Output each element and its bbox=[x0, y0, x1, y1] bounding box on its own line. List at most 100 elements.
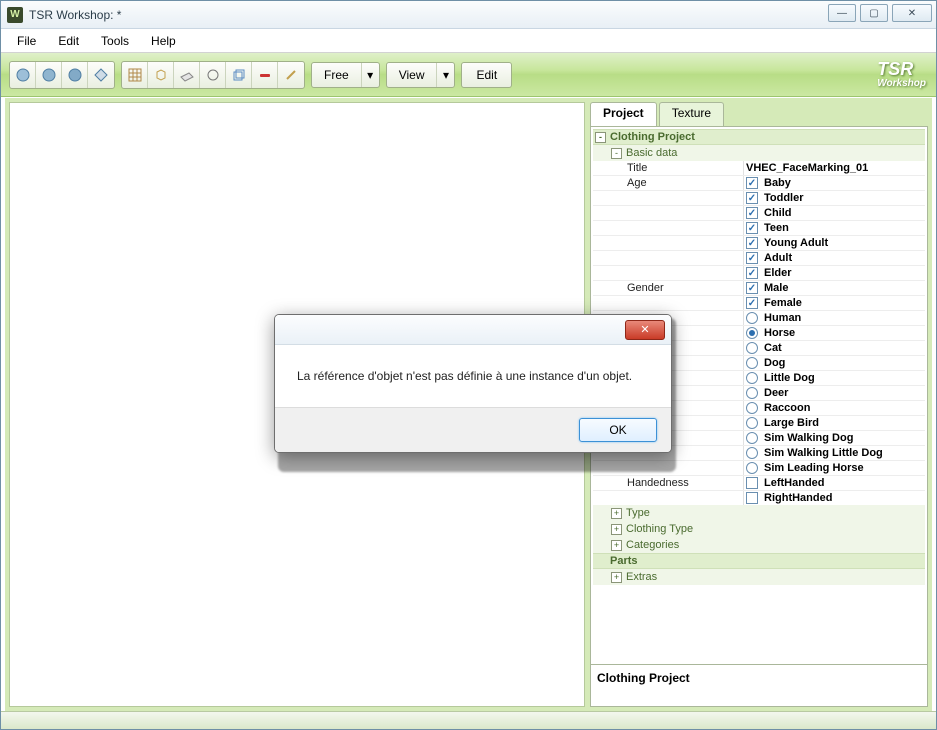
maximize-button[interactable]: ▢ bbox=[860, 4, 888, 22]
radio-icon[interactable] bbox=[746, 372, 758, 384]
radio-icon[interactable] bbox=[746, 357, 758, 369]
close-button[interactable]: ✕ bbox=[892, 4, 932, 22]
menu-file[interactable]: File bbox=[7, 31, 46, 51]
tab-project[interactable]: Project bbox=[590, 102, 657, 126]
age-baby[interactable]: ✓Baby bbox=[743, 176, 925, 190]
checkbox-icon[interactable]: ✓ bbox=[746, 267, 758, 279]
gender-female[interactable]: ✓Female bbox=[743, 296, 925, 310]
handed-left[interactable]: LeftHanded bbox=[743, 476, 925, 490]
species-deer[interactable]: Deer bbox=[743, 386, 925, 400]
minimize-button[interactable]: — bbox=[828, 4, 856, 22]
menu-tools[interactable]: Tools bbox=[91, 31, 139, 51]
age-child[interactable]: ✓Child bbox=[743, 206, 925, 220]
tree-parts[interactable]: Parts bbox=[593, 553, 925, 569]
species-dog[interactable]: Dog bbox=[743, 356, 925, 370]
gender-male[interactable]: ✓Male bbox=[743, 281, 925, 295]
tree-extras[interactable]: +Extras bbox=[593, 569, 925, 585]
radio-icon[interactable] bbox=[746, 447, 758, 459]
handed-right[interactable]: RightHanded bbox=[743, 491, 925, 505]
checkbox-icon[interactable]: ✓ bbox=[746, 192, 758, 204]
wand-icon[interactable] bbox=[278, 62, 304, 88]
age-youngadult[interactable]: ✓Young Adult bbox=[743, 236, 925, 250]
age-teen[interactable]: ✓Teen bbox=[743, 221, 925, 235]
tree-clothingtype[interactable]: +Clothing Type bbox=[593, 521, 925, 537]
radio-icon[interactable] bbox=[746, 327, 758, 339]
age-toddler[interactable]: ✓Toddler bbox=[743, 191, 925, 205]
tree-type[interactable]: +Type bbox=[593, 505, 925, 521]
radio-icon[interactable] bbox=[746, 402, 758, 414]
inspector-tabs: Project Texture bbox=[590, 102, 928, 126]
plane-icon[interactable] bbox=[174, 62, 200, 88]
app-icon: W bbox=[7, 7, 23, 23]
shape-group bbox=[9, 61, 115, 89]
window-title: TSR Workshop: * bbox=[29, 8, 121, 22]
chevron-down-icon[interactable]: ▾ bbox=[436, 63, 454, 87]
radio-icon[interactable] bbox=[746, 432, 758, 444]
dialog-message: La référence d'objet n'est pas définie à… bbox=[275, 345, 671, 407]
radio-icon[interactable] bbox=[746, 387, 758, 399]
menubar: File Edit Tools Help bbox=[1, 29, 936, 53]
species-littledog[interactable]: Little Dog bbox=[743, 371, 925, 385]
checkbox-icon[interactable]: ✓ bbox=[746, 207, 758, 219]
free-label: Free bbox=[312, 68, 361, 82]
checkbox-icon[interactable]: ✓ bbox=[746, 222, 758, 234]
cube-icon[interactable] bbox=[148, 62, 174, 88]
checkbox-icon[interactable] bbox=[746, 492, 758, 504]
close-icon: ✕ bbox=[640, 323, 649, 336]
radio-icon[interactable] bbox=[746, 417, 758, 429]
species-leadinghorse[interactable]: Sim Leading Horse bbox=[743, 461, 925, 475]
checkbox-icon[interactable] bbox=[746, 477, 758, 489]
dialog-close-button[interactable]: ✕ bbox=[625, 320, 665, 340]
species-cat[interactable]: Cat bbox=[743, 341, 925, 355]
radio-icon[interactable] bbox=[746, 462, 758, 474]
ok-button[interactable]: OK bbox=[579, 418, 657, 442]
sphere2-icon[interactable] bbox=[36, 62, 62, 88]
tree-basic[interactable]: -Basic data bbox=[593, 145, 925, 161]
sphere3-icon[interactable] bbox=[62, 62, 88, 88]
menu-edit[interactable]: Edit bbox=[48, 31, 89, 51]
menu-help[interactable]: Help bbox=[141, 31, 186, 51]
tree-categories[interactable]: +Categories bbox=[593, 537, 925, 553]
title-value[interactable]: VHEC_FaceMarking_01 bbox=[743, 161, 925, 175]
expander-icon[interactable]: - bbox=[611, 148, 622, 159]
prop-handedness: HandednessLeftHanded bbox=[593, 475, 925, 490]
age-elder[interactable]: ✓Elder bbox=[743, 266, 925, 280]
prop-title: Title VHEC_FaceMarking_01 bbox=[593, 161, 925, 175]
checkbox-icon[interactable]: ✓ bbox=[746, 297, 758, 309]
tab-texture[interactable]: Texture bbox=[659, 102, 724, 126]
checkbox-icon[interactable]: ✓ bbox=[746, 237, 758, 249]
titlebar: W TSR Workshop: * — ▢ ✕ bbox=[1, 1, 936, 29]
age-adult[interactable]: ✓Adult bbox=[743, 251, 925, 265]
radio-icon[interactable] bbox=[746, 342, 758, 354]
expander-icon[interactable]: + bbox=[611, 540, 622, 551]
expander-icon[interactable]: + bbox=[611, 508, 622, 519]
expander-icon[interactable]: + bbox=[611, 572, 622, 583]
window-controls: — ▢ ✕ bbox=[828, 4, 932, 22]
view-label: View bbox=[387, 68, 437, 82]
sphere-icon[interactable] bbox=[10, 62, 36, 88]
box3d-icon[interactable] bbox=[226, 62, 252, 88]
statusbar bbox=[1, 711, 936, 729]
species-largebird[interactable]: Large Bird bbox=[743, 416, 925, 430]
free-combo[interactable]: Free ▾ bbox=[311, 62, 380, 88]
description-box: Clothing Project bbox=[590, 665, 928, 707]
diamond-icon[interactable] bbox=[88, 62, 114, 88]
species-walkingdog[interactable]: Sim Walking Dog bbox=[743, 431, 925, 445]
checkbox-icon[interactable]: ✓ bbox=[746, 252, 758, 264]
species-walkinglittledog[interactable]: Sim Walking Little Dog bbox=[743, 446, 925, 460]
species-human[interactable]: Human bbox=[743, 311, 925, 325]
minus-icon[interactable] bbox=[252, 62, 278, 88]
edit-button[interactable]: Edit bbox=[461, 62, 512, 88]
species-raccoon[interactable]: Raccoon bbox=[743, 401, 925, 415]
chevron-down-icon[interactable]: ▾ bbox=[361, 63, 379, 87]
circle-icon[interactable] bbox=[200, 62, 226, 88]
tree-root[interactable]: -Clothing Project bbox=[593, 129, 925, 145]
checkbox-icon[interactable]: ✓ bbox=[746, 282, 758, 294]
view-combo[interactable]: View ▾ bbox=[386, 62, 456, 88]
expander-icon[interactable]: + bbox=[611, 524, 622, 535]
species-horse[interactable]: Horse bbox=[743, 326, 925, 340]
radio-icon[interactable] bbox=[746, 312, 758, 324]
expander-icon[interactable]: - bbox=[595, 132, 606, 143]
grid-icon[interactable] bbox=[122, 62, 148, 88]
checkbox-icon[interactable]: ✓ bbox=[746, 177, 758, 189]
